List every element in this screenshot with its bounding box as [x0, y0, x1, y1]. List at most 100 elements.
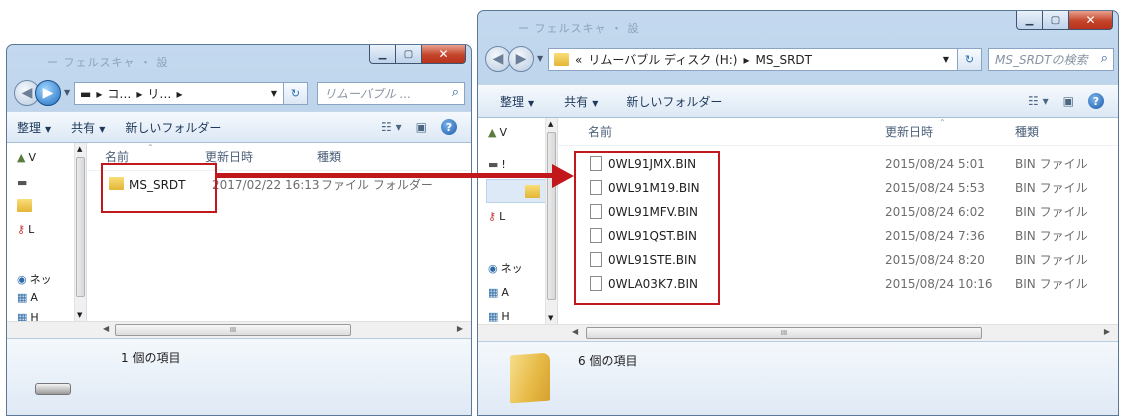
share-menu[interactable]: 共有 ▼ — [544, 93, 608, 110]
address-bar[interactable]: « リムーバブル ディスク (H:) ▸ MS_SRDT ▼ — [548, 48, 958, 71]
nav-item-drive[interactable]: ▬! — [488, 158, 506, 171]
nav-scrollbar[interactable]: ▲ ▼ — [74, 143, 86, 321]
item-date: 2015/08/24 10:16 — [885, 276, 993, 291]
scroll-up-icon[interactable]: ▲ — [77, 145, 82, 153]
breadcrumb-item[interactable]: リムーバブル ディスク (H:) — [588, 51, 737, 68]
address-dropdown-icon[interactable]: ▼ — [943, 55, 949, 64]
command-bar: 整理 ▼ 共有 ▼ 新しいフォルダー ☷ ▾ ▣ ? — [7, 111, 471, 143]
preview-pane-icon[interactable]: ▣ — [1063, 94, 1074, 108]
organize-menu[interactable]: 整理 ▼ — [478, 93, 544, 110]
details-pane: 6 個の項目 — [478, 341, 1118, 415]
nav-scrollbar[interactable]: ▲ ▼ — [545, 118, 557, 324]
help-icon[interactable]: ? — [1088, 93, 1104, 109]
command-bar: 整理 ▼ 共有 ▼ 新しいフォルダー ☷ ▾ ▣ ? — [478, 84, 1118, 118]
item-date: 2015/08/24 8:20 — [885, 252, 985, 267]
column-header-type[interactable]: 種類 — [317, 148, 341, 165]
folder-icon — [510, 352, 550, 404]
item-type: ファイル フォルダー — [321, 178, 433, 192]
nav-item-user[interactable]: ▲ V — [488, 126, 507, 139]
close-button[interactable]: ✕ — [422, 45, 466, 64]
minimize-button[interactable]: ▁ — [1016, 11, 1043, 30]
recent-pages-dropdown[interactable]: ▼ — [537, 54, 543, 63]
horizontal-scrollbar[interactable]: ◀ III ▶ — [7, 321, 471, 338]
library-icon: ⚷ — [488, 210, 497, 223]
horizontal-scrollbar[interactable]: ◀ III ▶ — [478, 324, 1118, 341]
scroll-right-icon[interactable]: ▶ — [1104, 327, 1110, 336]
scroll-up-icon[interactable]: ▲ — [548, 120, 553, 128]
nav-item-user[interactable]: ▲ V — [17, 151, 36, 164]
item-type: BIN ファイル — [1015, 229, 1088, 243]
search-icon[interactable]: ⌕ — [452, 85, 459, 100]
forward-button[interactable]: ▶ — [35, 80, 61, 106]
nav-item-drive[interactable]: ▬ — [17, 176, 27, 189]
nav-item-library[interactable]: ⚷ L — [488, 210, 505, 223]
title-bar[interactable]: ー フェルスキャ ・ 設 ▁ ▢ ✕ — [478, 11, 1118, 42]
sort-arrow-icon: ⌃ — [939, 118, 946, 127]
removable-drive-icon — [35, 383, 71, 395]
item-type: BIN ファイル — [1015, 157, 1088, 171]
close-button[interactable]: ✕ — [1069, 11, 1113, 30]
breadcrumb-item[interactable]: MS_SRDT — [755, 53, 812, 67]
breadcrumb-item[interactable]: リ… — [147, 85, 171, 102]
scroll-down-icon[interactable]: ▼ — [77, 311, 82, 319]
nav-item-computer-h[interactable]: ▦ H — [17, 311, 39, 321]
nav-item-computer-h[interactable]: ▦ H — [488, 310, 510, 323]
nav-scroll-thumb[interactable] — [547, 132, 556, 300]
help-icon[interactable]: ? — [441, 119, 457, 135]
new-folder-button[interactable]: 新しいフォルダー — [115, 119, 231, 136]
nav-item-computer-a[interactable]: ▦ A — [488, 286, 509, 299]
nav-item-network[interactable]: ◉ ネッ — [17, 271, 52, 287]
column-header-type[interactable]: 種類 — [1015, 123, 1039, 140]
scroll-down-icon[interactable]: ▼ — [548, 314, 553, 322]
refresh-button[interactable]: ↻ — [958, 48, 982, 71]
share-menu[interactable]: 共有 ▼ — [61, 119, 115, 136]
details-pane: 1 個の項目 — [7, 338, 471, 415]
maximize-button[interactable]: ▢ — [1043, 11, 1069, 30]
new-folder-button[interactable]: 新しいフォルダー — [608, 93, 732, 110]
drive-icon: ▬ — [488, 158, 499, 171]
title-bar[interactable]: ー フェルスキャ ・ 設 ▁ ▢ ✕ — [7, 45, 471, 76]
explorer-body: ▲ V ▬ ⚷ L ◉ ネッ ▦ A ▦ H ▲ ▼ 名前 ⌃ 更新日時 種類 MS_SR… — [7, 143, 471, 415]
search-placeholder: リムーバブル ... — [324, 87, 412, 101]
folder-icon — [525, 185, 540, 198]
organize-menu[interactable]: 整理 ▼ — [7, 119, 61, 136]
highlight-box-folder — [101, 163, 217, 213]
nav-item-library[interactable]: ⚷ L — [17, 223, 34, 236]
arrow-head-icon — [552, 164, 574, 188]
nav-item-computer-a[interactable]: ▦ A — [17, 291, 38, 304]
forward-button[interactable]: ▶ — [508, 46, 534, 72]
recent-pages-dropdown[interactable]: ▼ — [64, 88, 70, 97]
nav-item-folder[interactable] — [17, 199, 32, 212]
view-options-icon[interactable]: ☷ ▾ — [1028, 94, 1049, 108]
maximize-button[interactable]: ▢ — [396, 45, 422, 64]
scroll-right-icon[interactable]: ▶ — [457, 324, 463, 333]
search-input[interactable]: MS_SRDTの検索 ⌕ — [988, 48, 1114, 71]
breadcrumb-separator-icon: ▸ — [136, 86, 143, 101]
horizontal-scroll-thumb[interactable]: III — [115, 324, 351, 336]
view-options-icon[interactable]: ☷ ▾ — [381, 120, 402, 134]
column-header-date[interactable]: 更新日時 — [885, 123, 933, 140]
nav-scroll-thumb[interactable] — [76, 157, 85, 297]
item-type: BIN ファイル — [1015, 253, 1088, 267]
arrow-shaft — [217, 173, 553, 178]
library-icon: ⚷ — [17, 223, 26, 236]
search-input[interactable]: リムーバブル ... ⌕ — [317, 82, 465, 105]
folder-icon — [554, 53, 569, 66]
search-icon[interactable]: ⌕ — [1101, 51, 1108, 66]
breadcrumb-item[interactable]: コ… — [107, 85, 131, 102]
address-bar[interactable]: ▬ ▸ コ… ▸ リ… ▸ ▼ — [74, 82, 284, 105]
horizontal-scroll-thumb[interactable]: III — [586, 327, 982, 339]
scroll-left-icon[interactable]: ◀ — [103, 324, 109, 333]
refresh-button[interactable]: ↻ — [284, 82, 308, 105]
nav-item-network[interactable]: ◉ ネッ — [488, 260, 523, 276]
minimize-button[interactable]: ▁ — [369, 45, 396, 64]
overflow-chevron[interactable]: « — [575, 53, 582, 67]
address-dropdown-icon[interactable]: ▼ — [271, 89, 277, 98]
scroll-left-icon[interactable]: ◀ — [572, 327, 578, 336]
preview-pane-icon[interactable]: ▣ — [416, 120, 427, 134]
nav-item-folder-selected[interactable] — [486, 179, 546, 203]
computer-icon: ▦ — [17, 291, 28, 304]
breadcrumb-separator-icon: ▸ — [176, 86, 183, 101]
column-header-name[interactable]: 名前 — [588, 123, 612, 140]
chevron-down-icon: ▼ — [99, 124, 106, 134]
